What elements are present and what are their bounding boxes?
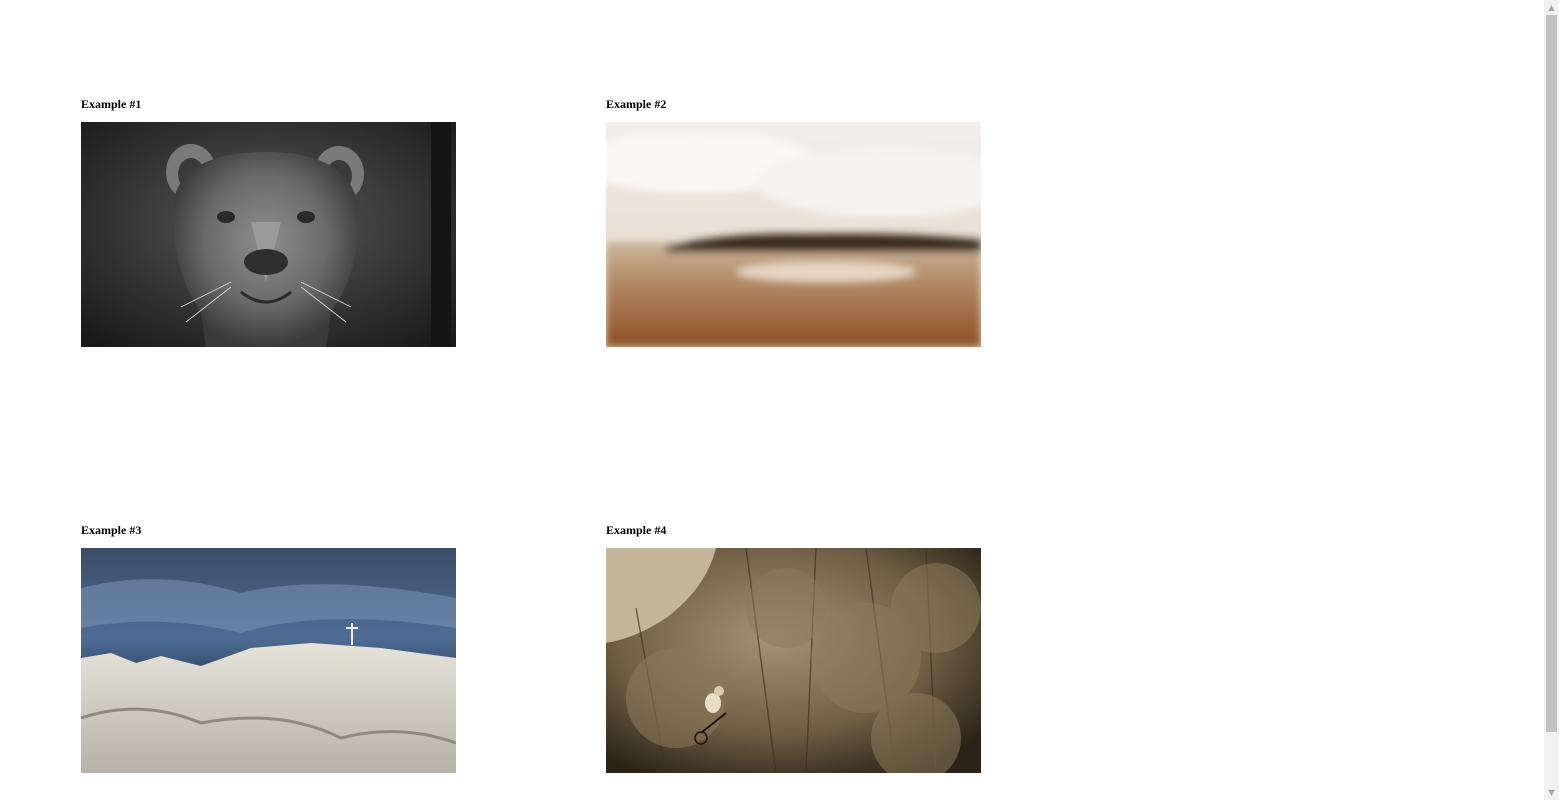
scroll-up-arrow-icon[interactable]: ▲ <box>1544 0 1559 15</box>
lake-sepia-blur-image <box>606 122 981 347</box>
example-title: Example #1 <box>81 97 142 111</box>
example-3: Example #3 <box>81 523 456 773</box>
scrollbar-thumb[interactable] <box>1546 15 1557 732</box>
forest-biker-sepia-image <box>606 548 981 773</box>
lioness-grayscale-image <box>81 122 456 347</box>
example-1: Example #1 <box>81 97 456 347</box>
example-4: Example #4 <box>606 523 981 773</box>
example-title: Example #4 <box>606 523 667 537</box>
page: Example #1 Example #2 Example #3 Example… <box>0 0 1559 800</box>
vertical-scrollbar[interactable]: ▲ ▼ <box>1544 0 1559 800</box>
example-2: Example #2 <box>606 97 981 347</box>
scroll-down-arrow-icon[interactable]: ▼ <box>1544 785 1559 800</box>
example-title: Example #2 <box>606 97 667 111</box>
example-title: Example #3 <box>81 523 142 537</box>
mountain-summit-inverted-image <box>81 548 456 773</box>
